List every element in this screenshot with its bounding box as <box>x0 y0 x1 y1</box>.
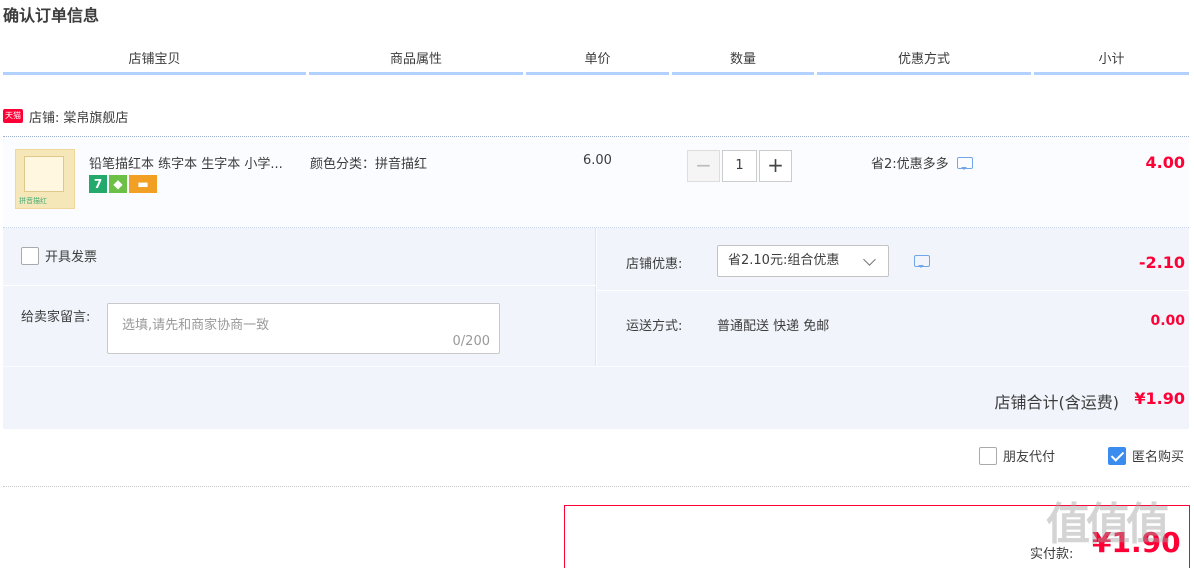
seller-message-textarea[interactable]: 选填,请先和商家协商一致 0/200 <box>107 303 500 354</box>
shipping-amount: 0.00 <box>1150 313 1185 329</box>
shop-discount-amount: -2.10 <box>1138 253 1185 272</box>
column-header: 小计 <box>1034 50 1189 75</box>
friend-pay-checkbox[interactable] <box>979 446 997 465</box>
message-label: 给卖家留言: <box>21 310 91 325</box>
column-headers: 店铺宝贝 商品属性 单价 数量 优惠方式 小计 <box>3 50 1189 75</box>
watermark-logo: 值值值 <box>1046 499 1170 550</box>
shop-discount-selected: 省2.10元:组合优惠 <box>728 253 840 268</box>
shop-total-row: 店铺合计(含运费) ¥1.90 <box>3 367 1189 429</box>
column-header: 优惠方式 <box>817 50 1031 75</box>
page-title: 确认订单信息 <box>3 6 100 25</box>
shop-total-label: 店铺合计(含运费) <box>994 393 1120 412</box>
discount-shipping-panel: 店铺优惠: 省2.10元:组合优惠 -2.10 运送方式: 普通配送 快递 免邮… <box>597 228 1189 366</box>
column-header: 数量 <box>672 50 814 75</box>
service-badges: 7 ◆ ▬ <box>89 175 157 193</box>
decrease-quantity-button[interactable]: − <box>687 150 720 182</box>
chat-icon[interactable] <box>914 255 930 268</box>
anonymous-option[interactable]: 匿名购买 <box>1108 446 1184 465</box>
message-char-count: 0/200 <box>452 334 490 349</box>
item-title-link[interactable]: 铅笔描红本 练字本 生字本 小学... <box>89 153 309 172</box>
shipping-label: 运送方式: <box>626 319 683 334</box>
order-box: 拼音描红 铅笔描红本 练字本 生字本 小学... 7 ◆ ▬ 颜色分类：拼音描红… <box>3 136 1189 429</box>
chat-icon[interactable] <box>956 156 973 170</box>
item-row: 拼音描红 铅笔描红本 练字本 生字本 小学... 7 ◆ ▬ 颜色分类：拼音描红… <box>3 137 1189 228</box>
payment-options: 朋友代付 匿名购买 <box>0 446 1194 472</box>
divider <box>3 486 1189 487</box>
divider <box>597 290 1189 291</box>
increase-quantity-button[interactable]: + <box>759 150 792 182</box>
divider <box>3 285 596 286</box>
item-unit-price: 6.00 <box>583 153 612 168</box>
column-header: 单价 <box>526 50 669 75</box>
quantity-stepper: − 1 + <box>687 150 792 182</box>
column-header: 店铺宝贝 <box>3 50 306 75</box>
shop-row: 天猫 店铺: 棠帛旗舰店 <box>3 106 128 126</box>
invoice-checkbox[interactable] <box>21 246 39 265</box>
shop-discount-select[interactable]: 省2.10元:组合优惠 <box>717 245 889 277</box>
item-subtotal: 4.00 <box>1145 153 1185 172</box>
book-cover-icon <box>24 156 64 192</box>
item-promo: 省2:优惠多多 <box>871 153 973 172</box>
shop-label: 店铺: <box>29 110 60 126</box>
invoice-message-panel: 开具发票 给卖家留言: 选填,请先和商家协商一致 0/200 <box>3 228 596 366</box>
quantity-input[interactable]: 1 <box>722 150 757 182</box>
chevron-down-icon <box>863 253 876 266</box>
message-placeholder: 选填,请先和商家协商一致 <box>122 318 270 333</box>
shipping-method: 普通配送 快递 免邮 <box>717 319 830 334</box>
column-header: 商品属性 <box>309 50 523 75</box>
credit-card-icon[interactable]: ▬ <box>129 175 157 193</box>
friend-pay-label: 朋友代付 <box>1003 450 1056 465</box>
seven-day-return-icon[interactable]: 7 <box>89 175 107 193</box>
invoice-option[interactable]: 开具发票 <box>21 246 97 265</box>
thumbnail-caption: 拼音描红 <box>19 197 47 205</box>
friend-pay-option[interactable]: 朋友代付 <box>979 446 1055 465</box>
shop-total-amount: ¥1.90 <box>1134 389 1185 408</box>
shop-discount-label: 店铺优惠: <box>626 257 683 272</box>
item-attribute: 颜色分类：拼音描红 <box>310 157 428 172</box>
invoice-label: 开具发票 <box>45 250 98 265</box>
anonymous-checkbox[interactable] <box>1108 446 1126 465</box>
promo-text: 省2:优惠多多 <box>871 157 949 172</box>
product-thumbnail[interactable]: 拼音描红 <box>15 149 75 209</box>
guarantee-icon[interactable]: ◆ <box>109 175 127 193</box>
anonymous-label: 匿名购买 <box>1132 450 1185 465</box>
tmall-icon: 天猫 <box>3 109 23 123</box>
shop-name-link[interactable]: 棠帛旗舰店 <box>63 107 128 126</box>
